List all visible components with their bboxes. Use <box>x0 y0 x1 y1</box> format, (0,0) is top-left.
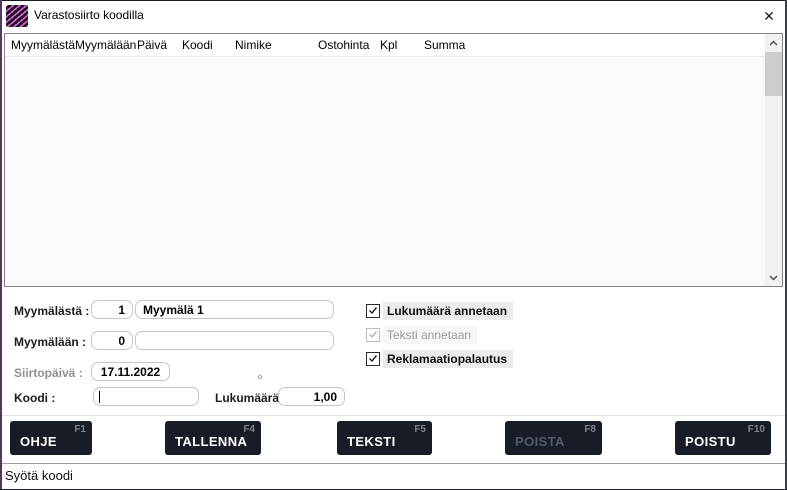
fkey-label: F8 <box>584 424 596 435</box>
column-header-koodi: Koodi <box>182 38 213 52</box>
code-field[interactable] <box>93 387 199 406</box>
to-store-number-field[interactable] <box>91 331 133 350</box>
button-label: POISTU <box>685 434 736 449</box>
checkbox-teksti-annetaan: Teksti annetaan <box>366 326 477 343</box>
divider <box>0 415 787 416</box>
diamond-icon <box>257 374 263 380</box>
transfer-date-field[interactable] <box>91 362 170 381</box>
scrollbar-thumb[interactable] <box>765 52 782 96</box>
column-header-paiva: Päivä <box>137 38 167 52</box>
checkbox-label: Lukumäärä annetaan <box>383 302 513 320</box>
button-label: TALLENNA <box>175 434 247 449</box>
teksti-button[interactable]: TEKSTI F5 <box>337 421 432 455</box>
quantity-label: Lukumäärä : <box>215 391 286 405</box>
tallenna-button[interactable]: TALLENNA F4 <box>165 421 261 455</box>
poistu-button[interactable]: POISTU F10 <box>675 421 771 455</box>
from-store-number-field[interactable] <box>91 300 133 319</box>
varastosiirto-window: Varastosiirto koodilla ✕ Myymälästä Myym… <box>0 0 787 490</box>
checkbox-label: Reklamaatiopalautus <box>383 350 513 368</box>
quantity-field[interactable] <box>278 387 345 406</box>
column-header-ostohinta: Ostohinta <box>318 38 369 52</box>
status-text: Syötä koodi <box>5 468 73 483</box>
window-title: Varastosiirto koodilla <box>34 0 144 31</box>
scroll-down-icon[interactable] <box>765 269 782 286</box>
column-header-summa: Summa <box>424 38 465 52</box>
button-label: POISTA <box>515 434 565 449</box>
table-header-row: Myymälästä Myymälään Päivä Koodi Nimike … <box>5 34 765 57</box>
fkey-label: F10 <box>748 424 765 435</box>
fkey-label: F5 <box>414 424 426 435</box>
checkbox-reklamaatiopalautus[interactable]: Reklamaatiopalautus <box>366 350 513 367</box>
window-border <box>0 0 787 1</box>
table-body-empty[interactable] <box>5 57 765 286</box>
poista-button: POISTA F8 <box>505 421 602 455</box>
text-cursor <box>99 391 100 403</box>
from-store-name-field[interactable] <box>135 300 334 319</box>
ohje-button[interactable]: OHJE F1 <box>10 421 92 455</box>
to-store-name-field[interactable] <box>135 331 334 350</box>
scroll-up-icon[interactable] <box>765 34 782 51</box>
from-store-label: Myymälästä : <box>14 304 89 318</box>
transfer-date-label: Siirtopäivä : <box>14 366 83 380</box>
transfer-lines-table: Myymälästä Myymälään Päivä Koodi Nimike … <box>4 33 783 287</box>
checked-checkbox-icon[interactable] <box>366 352 380 366</box>
fkey-label: F1 <box>74 424 86 435</box>
column-header-kpl: Kpl <box>380 38 397 52</box>
checked-checkbox-icon[interactable] <box>366 304 380 318</box>
button-label: OHJE <box>20 434 57 449</box>
title-bar: Varastosiirto koodilla ✕ <box>0 0 787 31</box>
vertical-scrollbar[interactable] <box>765 34 782 286</box>
to-store-label: Myymälään : <box>14 335 86 349</box>
column-header-myymalaan: Myymälään <box>75 38 136 52</box>
checkbox-label: Teksti annetaan <box>383 326 477 344</box>
fkey-label: F4 <box>243 424 255 435</box>
status-bar: Syötä koodi <box>0 464 787 489</box>
column-header-myymalasta: Myymälästä <box>11 38 75 52</box>
checked-disabled-checkbox-icon <box>366 328 380 342</box>
checkbox-lukumaara-annetaan[interactable]: Lukumäärä annetaan <box>366 302 513 319</box>
close-icon[interactable]: ✕ <box>757 4 781 28</box>
column-header-nimike: Nimike <box>235 38 272 52</box>
window-border <box>0 0 2 490</box>
app-logo-icon <box>6 5 28 27</box>
button-label: TEKSTI <box>347 434 396 449</box>
code-label: Koodi : <box>14 391 55 405</box>
